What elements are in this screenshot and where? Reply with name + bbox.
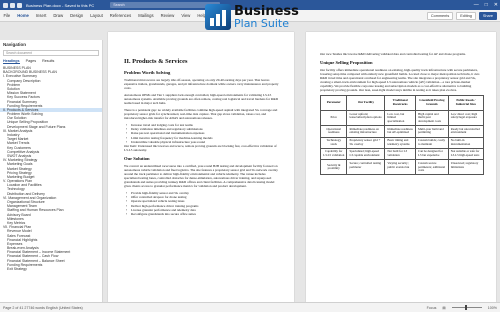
table-cell: Low direct cost; high safety/legal expos… bbox=[447, 109, 485, 127]
table-row: Security & proximity Secure; controlled t… bbox=[319, 159, 485, 176]
table-cell: Security & proximity bbox=[319, 159, 348, 176]
comments-button[interactable]: Comments bbox=[426, 12, 454, 20]
bullet-item: Underutilize valuable physical infrastru… bbox=[124, 140, 280, 144]
ribbon-tab-home[interactable]: Home bbox=[14, 13, 33, 18]
minimize-button[interactable]: — bbox=[474, 2, 479, 8]
table-row: Price Lower upfront; lease/subscription o… bbox=[319, 109, 485, 127]
ribbon-tab-draw[interactable]: Draw bbox=[50, 13, 67, 18]
autosave-icon[interactable] bbox=[10, 2, 15, 8]
ribbon-tab-insert[interactable]: Insert bbox=[32, 13, 49, 18]
body-paragraph: There is a persistent gap: no widely ava… bbox=[124, 108, 278, 120]
ribbon-tab-view[interactable]: View bbox=[178, 13, 194, 18]
body-paragraph: We convert an underutilized racecourse i… bbox=[124, 164, 278, 189]
nav-tab-results[interactable]: Results bbox=[42, 59, 54, 64]
table-cell: Low cost, but limited specialization bbox=[384, 109, 417, 127]
table-row: Operational readiness Immediate readiness… bbox=[319, 125, 485, 138]
table-header-cell: Parameter bbox=[319, 95, 348, 111]
nav-headings-list: BUSINESS PLAN BACKGROUND BUSINESS PLAN I. … bbox=[0, 66, 102, 271]
nav-tabs: Headings Pages Results bbox=[0, 57, 102, 66]
table-cell: Ready but uncontrolled environment bbox=[447, 125, 485, 138]
table-cell: Custom builds; costly to maintain bbox=[415, 136, 449, 149]
zoom-slider-knob[interactable] bbox=[464, 305, 467, 310]
bar-chart-logo-icon bbox=[205, 4, 231, 30]
ribbon-tab-file[interactable]: File bbox=[0, 13, 14, 18]
table-header-cell: Traditional Racetracks bbox=[384, 95, 417, 111]
bullet-item: Reconfigure grandstands into secure offi… bbox=[124, 212, 280, 216]
table-cell: Immediate readiness on existing infrastr… bbox=[346, 125, 386, 138]
table-cell: Proprietary sensor grid + 5G overlay bbox=[346, 136, 386, 149]
table-cell: Not built for L3 validation bbox=[384, 147, 417, 161]
zoom-slider[interactable] bbox=[451, 305, 482, 310]
subsection-heading: Our Solution bbox=[124, 156, 150, 162]
zoom-level[interactable]: 100% bbox=[488, 306, 497, 310]
document-canvas: II. Products & Services Problem Worth So… bbox=[104, 22, 500, 302]
share-button[interactable]: Share bbox=[478, 12, 497, 20]
nav-pane-title: Navigation bbox=[3, 42, 27, 47]
table-cell: Technology stack bbox=[319, 136, 348, 149]
ribbon-tab-review[interactable]: Review bbox=[157, 13, 178, 18]
nav-tab-pages[interactable]: Pages bbox=[26, 59, 36, 64]
table-cell: Basic timing and telemetry systems bbox=[384, 136, 417, 149]
table-cell: Unsecured; regulatory limitations bbox=[447, 159, 485, 176]
document-page-2[interactable]: Our race Testdes microwave R&D deliverin… bbox=[306, 32, 496, 302]
editing-mode-button[interactable]: Editing bbox=[456, 12, 476, 20]
table-row: Capability for L3-L5 validation Specializ… bbox=[319, 147, 485, 161]
comparison-table: Parameter Our Facility Traditional Racetra… bbox=[319, 95, 485, 176]
table-cell: Specialized; high-speed L3 capable envir… bbox=[346, 147, 386, 161]
word-app-icon bbox=[3, 2, 8, 8]
body-paragraph: Autonomous OEMs and Tier 1 suppliers lac… bbox=[124, 93, 279, 105]
table-header-cell: Public Roads / Industrial Sites bbox=[447, 95, 485, 111]
table-cell: Varying security; public events risk bbox=[384, 159, 417, 176]
table-header-cell: Greenfield Proving Grounds bbox=[415, 95, 449, 111]
table-row: Technology stack Proprietary sensor grid … bbox=[319, 136, 485, 149]
usp-paragraph: Our facility offers immediate operationa… bbox=[320, 68, 480, 92]
print-layout-icon[interactable]: ▤ bbox=[442, 306, 445, 310]
ribbon-tab-design[interactable]: Design bbox=[67, 13, 87, 18]
usp-heading: Unique Selling Proposition bbox=[320, 60, 373, 65]
table-cell: Operational readiness bbox=[319, 125, 348, 138]
nav-search-input[interactable]: Search document bbox=[3, 50, 99, 56]
maximize-button[interactable]: □ bbox=[485, 2, 488, 8]
table-cell: High capital and multi-year development … bbox=[415, 109, 449, 127]
table-cell: Multi-year build and permitting bbox=[415, 125, 449, 138]
table-cell: Price bbox=[319, 109, 348, 127]
closing-paragraph: Our Item: Underused microwaves and scarc… bbox=[124, 144, 277, 153]
document-page-1[interactable]: II. Products & Services Problem Worth So… bbox=[108, 32, 294, 302]
ribbon-tab-mailings[interactable]: Mailings bbox=[135, 13, 157, 18]
nav-heading-item[interactable]: Exit Strategy bbox=[0, 267, 102, 271]
subsection-heading: Problem Worth Solving bbox=[124, 70, 171, 75]
status-bar: Page 2 of 41 27746 words English (United… bbox=[0, 302, 500, 312]
navigation-pane: Navigation Search document Headings Pages… bbox=[0, 40, 103, 302]
status-page-words[interactable]: Page 2 of 41 27746 words English (United… bbox=[3, 306, 83, 310]
logo-text-line2: Plan Suite bbox=[234, 16, 289, 30]
nav-tab-headings[interactable]: Headings bbox=[3, 59, 20, 64]
undo-icon[interactable] bbox=[17, 2, 22, 8]
document-title: Business Plan.docx - Saved to this PC bbox=[26, 2, 95, 8]
body-paragraph: Traditional microwaves are largely idle … bbox=[124, 78, 279, 90]
ribbon-tab-references[interactable]: References bbox=[106, 13, 134, 18]
business-plan-suite-logo: Business Plan Suite bbox=[205, 2, 299, 32]
table-cell: Can be designed for L3 but expensive bbox=[415, 147, 449, 161]
table-cell: Lower upfront; lease/subscription option… bbox=[346, 109, 386, 127]
table-cell: Secure; controlled testing perimeter bbox=[346, 159, 386, 176]
table-cell: Custom secure perimeters; additional cos… bbox=[415, 159, 449, 176]
title-search-box[interactable]: Search bbox=[110, 2, 221, 8]
intro-paragraph: Our race Testdes microwave R&D deliverin… bbox=[320, 52, 466, 56]
table-cell: No built-in instrumentation bbox=[447, 136, 485, 149]
section-heading: II. Products & Services bbox=[124, 58, 188, 65]
logo-text-line1: Business bbox=[234, 3, 299, 19]
table-header-cell: Our Facility bbox=[346, 95, 386, 111]
close-button[interactable]: ✕ bbox=[494, 2, 498, 8]
focus-button[interactable]: Focus bbox=[427, 306, 437, 310]
table-cell: Immediate readiness but AV-optimized bbox=[384, 125, 417, 138]
table-cell: Capability for L3-L5 validation bbox=[319, 147, 348, 161]
ribbon-tab-layout[interactable]: Layout bbox=[87, 13, 107, 18]
table-cell: Not suitable or safe for L3-L5 high-spee… bbox=[447, 147, 485, 161]
